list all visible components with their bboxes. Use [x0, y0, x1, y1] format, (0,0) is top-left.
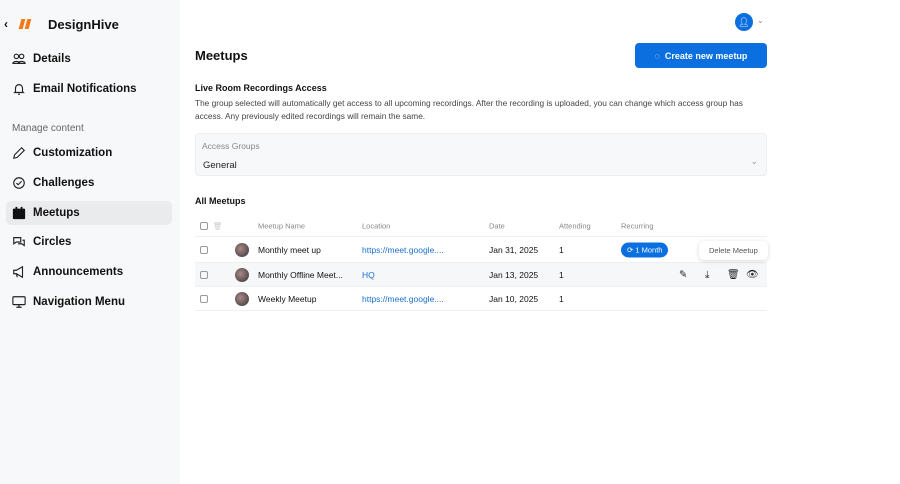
- sidebar-item-customization[interactable]: Customization: [6, 141, 172, 165]
- monitor-icon: [12, 296, 26, 308]
- page-title: Meetups: [195, 48, 248, 63]
- meetup-date: Jan 10, 2025: [489, 293, 539, 304]
- sidebar-item-label: Challenges: [33, 177, 95, 189]
- row-checkbox[interactable]: [200, 270, 208, 279]
- row-checkbox[interactable]: [200, 245, 208, 254]
- meetup-avatar: [235, 291, 249, 306]
- chevron-down-icon: ⌄: [750, 156, 758, 166]
- section-label: Manage content: [12, 123, 84, 134]
- megaphone-icon: [13, 265, 24, 279]
- meetup-avatar: [235, 267, 249, 282]
- column-header: Attending: [559, 221, 591, 231]
- sidebar: ‹ DesignHive Details Email Notifications…: [0, 0, 180, 484]
- sidebar-item-circles[interactable]: Circles: [6, 230, 172, 254]
- column-header: Location: [362, 221, 391, 231]
- column-header: Meetup Name: [258, 221, 306, 231]
- users-icon: [12, 53, 26, 64]
- access-groups-label: Access Groups: [202, 141, 260, 151]
- meetup-date: Jan 31, 2025: [489, 244, 539, 255]
- meetup-location-link[interactable]: HQ: [362, 270, 375, 280]
- sidebar-item-challenges[interactable]: Challenges: [6, 171, 172, 195]
- chat-icon: [13, 237, 25, 247]
- sidebar-item-email-notifications[interactable]: Email Notifications: [6, 77, 172, 101]
- user-avatar[interactable]: 👤︎: [735, 13, 753, 31]
- access-groups-select[interactable]: Access Groups General ⌄: [195, 133, 767, 176]
- table-row[interactable]: Monthly Offline Meet... HQ Jan 13, 2025 …: [195, 263, 767, 287]
- meetup-name: Monthly Offline Meet...: [258, 269, 343, 280]
- sidebar-item-label: Circles: [33, 236, 72, 248]
- recurring-badge: ⟳ 1 Month: [621, 242, 669, 257]
- sidebar-item-label: Email Notifications: [33, 83, 137, 95]
- download-icon[interactable]: ⤓: [705, 269, 709, 280]
- recordings-description: The group selected will automatically ge…: [195, 98, 743, 121]
- access-groups-value: General: [203, 160, 237, 171]
- chat-icon: ◌: [654, 50, 660, 61]
- create-label: Create new meetup: [664, 50, 748, 61]
- table-row[interactable]: Weekly Meetup https://meet.google.... Ja…: [195, 287, 767, 311]
- meetup-avatar: [235, 242, 249, 257]
- meetup-location-link[interactable]: https://meet.google....: [362, 294, 444, 304]
- meetup-name: Weekly Meetup: [258, 293, 317, 304]
- delete-icon[interactable]: 🗑︎: [727, 269, 740, 280]
- sidebar-item-announcements[interactable]: Announcements: [6, 260, 172, 284]
- chevron-down-icon[interactable]: ⌄: [757, 16, 764, 25]
- table-header: 🗑︎ Meetup Name Location Date Attending R…: [195, 216, 767, 237]
- create-meetup-button[interactable]: ◌ Create new meetup: [635, 43, 767, 68]
- brand-name: DesignHive: [48, 16, 119, 32]
- view-icon[interactable]: 👁︎: [746, 269, 759, 280]
- back-icon[interactable]: ‹: [4, 17, 16, 31]
- table-row[interactable]: Monthly meet up https://meet.google.... …: [195, 237, 767, 263]
- meetups-table: 🗑︎ Meetup Name Location Date Attending R…: [195, 216, 767, 311]
- sidebar-item-details[interactable]: Details: [6, 47, 172, 71]
- sidebar-item-label: Meetups: [33, 207, 80, 219]
- delete-tooltip: Delete Meetup: [699, 241, 768, 260]
- calendar-icon: [12, 206, 26, 220]
- trash-icon[interactable]: 🗑︎: [213, 222, 223, 231]
- recurring-label: 1 Month: [635, 245, 663, 254]
- check-circle-icon: [13, 177, 25, 189]
- sidebar-item-label: Customization: [33, 147, 113, 159]
- select-all-checkbox[interactable]: [200, 222, 208, 230]
- meetup-location-link[interactable]: https://meet.google....: [362, 245, 444, 255]
- user-icon: 👤︎: [738, 16, 750, 27]
- column-header: Recurring: [621, 221, 654, 231]
- sidebar-item-meetups[interactable]: Meetups: [6, 201, 172, 225]
- all-meetups-title: All Meetups: [195, 196, 246, 206]
- sidebar-item-label: Announcements: [33, 266, 124, 278]
- column-header: Date: [489, 221, 505, 231]
- brand: ‹ DesignHive: [4, 16, 119, 32]
- edit-icon[interactable]: ✎: [679, 269, 687, 280]
- meetup-attending: 1: [559, 244, 564, 255]
- meetup-name: Monthly meet up: [258, 244, 321, 255]
- logo-icon: [18, 16, 40, 32]
- recordings-title: Live Room Recordings Access: [195, 83, 327, 93]
- sidebar-item-label: Navigation Menu: [33, 296, 126, 308]
- pencil-icon: [12, 146, 26, 160]
- bell-icon: [13, 84, 25, 95]
- row-checkbox[interactable]: [200, 294, 208, 303]
- meetup-attending: 1: [559, 293, 564, 304]
- sidebar-item-navigation-menu[interactable]: Navigation Menu: [6, 290, 172, 314]
- sidebar-item-label: Details: [33, 53, 71, 65]
- meetup-date: Jan 13, 2025: [489, 269, 539, 280]
- meetup-attending: 1: [559, 269, 564, 280]
